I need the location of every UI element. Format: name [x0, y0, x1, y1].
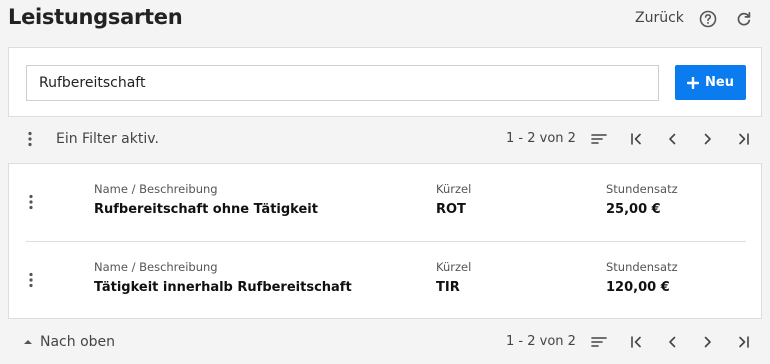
- top-toolbar: Ein Filter aktiv. 1 - 2 von 2: [8, 119, 762, 159]
- page-title: Leistungsarten: [8, 5, 183, 29]
- short-label: Kürzel: [436, 182, 472, 196]
- back-link[interactable]: Zurück: [635, 10, 684, 26]
- list-item[interactable]: Name / Beschreibung Rufbereitschaft ohne…: [9, 164, 761, 242]
- next-page-icon[interactable]: [698, 332, 718, 352]
- new-button[interactable]: Neu: [675, 65, 746, 100]
- more-vertical-icon[interactable]: [21, 270, 41, 290]
- first-page-icon[interactable]: [626, 332, 646, 352]
- name-value: Rufbereitschaft ohne Tätigkeit: [94, 202, 318, 217]
- last-page-icon[interactable]: [734, 129, 754, 149]
- sort-icon[interactable]: [589, 332, 609, 352]
- name-value: Tätigkeit innerhalb Rufbereitschaft: [94, 280, 352, 295]
- new-button-label: Neu: [705, 75, 734, 90]
- previous-page-icon[interactable]: [662, 332, 682, 352]
- next-page-icon[interactable]: [698, 129, 718, 149]
- search-input[interactable]: [26, 65, 659, 101]
- name-label: Name / Beschreibung: [94, 260, 218, 274]
- help-circle-icon[interactable]: [698, 9, 718, 29]
- pagination-info: 1 - 2 von 2: [506, 334, 576, 349]
- rate-value: 25,00 €: [606, 202, 661, 217]
- short-label: Kürzel: [436, 260, 472, 274]
- rate-value: 120,00 €: [606, 280, 670, 295]
- sort-icon[interactable]: [589, 129, 609, 149]
- page-header: Leistungsarten Zurück: [0, 0, 770, 40]
- bottom-toolbar: Nach oben 1 - 2 von 2: [8, 322, 762, 362]
- rate-label: Stundensatz: [606, 260, 678, 274]
- refresh-icon[interactable]: [734, 9, 754, 29]
- search-panel: Neu: [8, 47, 762, 117]
- list-item[interactable]: Name / Beschreibung Tätigkeit innerhalb …: [9, 242, 761, 319]
- back-to-top-link[interactable]: Nach oben: [40, 334, 115, 350]
- name-label: Name / Beschreibung: [94, 182, 218, 196]
- rate-label: Stundensatz: [606, 182, 678, 196]
- pagination-info: 1 - 2 von 2: [506, 131, 576, 146]
- filter-status: Ein Filter aktiv.: [56, 131, 159, 147]
- caret-up-icon[interactable]: [18, 332, 38, 352]
- short-value: ROT: [436, 202, 466, 217]
- results-list: Name / Beschreibung Rufbereitschaft ohne…: [8, 163, 762, 319]
- last-page-icon[interactable]: [734, 332, 754, 352]
- first-page-icon[interactable]: [626, 129, 646, 149]
- previous-page-icon[interactable]: [662, 129, 682, 149]
- more-vertical-icon[interactable]: [21, 192, 41, 212]
- plus-icon: [687, 76, 700, 89]
- more-vertical-icon[interactable]: [20, 129, 40, 149]
- short-value: TIR: [436, 280, 460, 295]
